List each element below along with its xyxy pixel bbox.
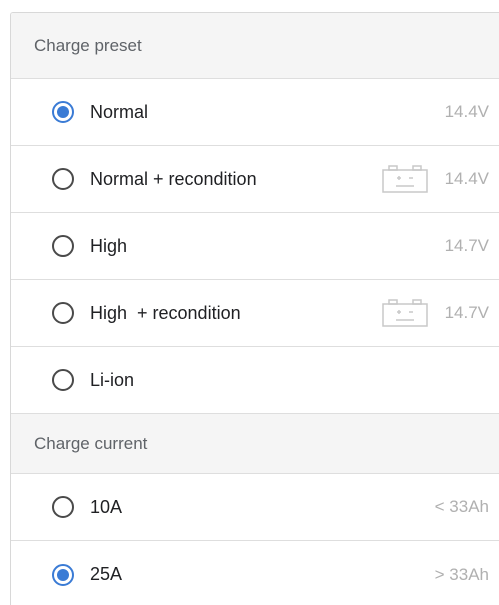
charge-preset-header: Charge preset — [11, 13, 499, 79]
radio-button[interactable] — [52, 369, 74, 391]
preset-option-label: Normal — [90, 101, 149, 122]
preset-voltage: 14.7V — [444, 303, 489, 322]
preset-option-label: High — [90, 235, 128, 256]
current-option-label: 10A — [90, 496, 123, 517]
preset-voltage: 14.4V — [444, 102, 489, 121]
preset-option-normal-recondition[interactable]: Normal + recondition 14.4V — [11, 146, 499, 213]
preset-option-normal[interactable]: Normal 14.4V — [11, 79, 499, 146]
preset-option-high[interactable]: High 14.7V — [11, 213, 499, 280]
current-capacity-hint: < 33Ah — [434, 497, 489, 516]
radio-button[interactable] — [52, 235, 74, 257]
battery-icon — [382, 165, 428, 193]
preset-option-label: Li-ion — [90, 369, 135, 390]
preset-option-label: Normal + recondition — [90, 168, 257, 189]
radio-button-checked[interactable] — [52, 101, 74, 123]
charge-current-title: Charge current — [34, 433, 148, 453]
battery-icon — [382, 299, 428, 327]
preset-option-high-recondition[interactable]: High + recondition 14.7V — [11, 280, 499, 347]
radio-button-checked[interactable] — [52, 563, 74, 586]
preset-option-label: High + recondition — [90, 302, 241, 323]
radio-button[interactable] — [52, 302, 74, 324]
preset-voltage: 14.7V — [444, 236, 489, 255]
current-option-label: 25A — [90, 564, 123, 584]
charge-preset-title: Charge preset — [34, 35, 142, 55]
current-option-10a[interactable]: 10A < 33Ah — [11, 474, 499, 541]
settings-panel: Charge preset Normal 14.4V Normal + reco… — [10, 12, 499, 605]
charge-current-header: Charge current — [11, 414, 499, 474]
radio-button[interactable] — [52, 168, 74, 190]
current-option-25a[interactable]: 25A > 33Ah — [11, 541, 499, 605]
preset-voltage: 14.4V — [444, 169, 489, 188]
current-capacity-hint: > 33Ah — [434, 564, 489, 584]
preset-option-li-ion[interactable]: Li-ion — [11, 347, 499, 414]
radio-button[interactable] — [52, 496, 74, 518]
